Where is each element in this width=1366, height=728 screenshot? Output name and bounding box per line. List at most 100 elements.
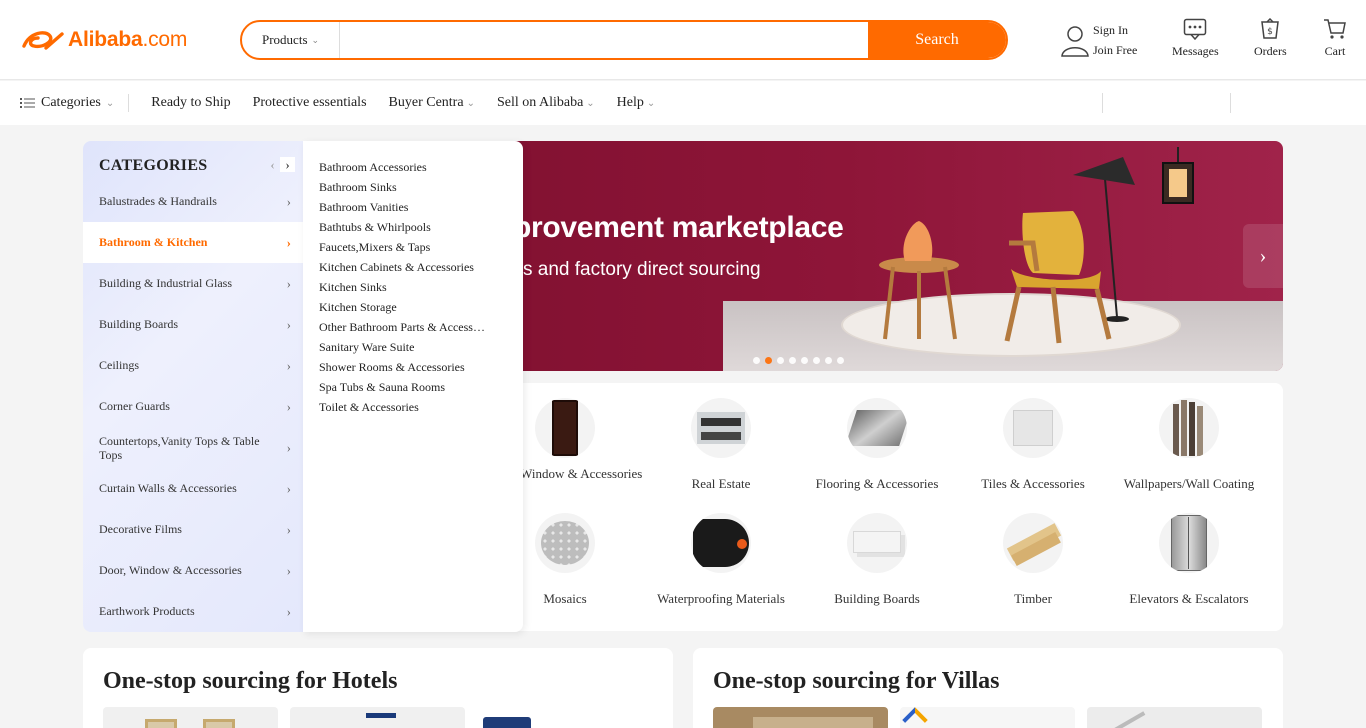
subcategory-link[interactable]: Bathtubs & Whirlpools bbox=[319, 220, 431, 235]
chevron-right-icon: › bbox=[286, 234, 291, 250]
logo-text: Alibaba.com bbox=[68, 28, 188, 51]
banner-furniture-illustration bbox=[879, 147, 1194, 344]
list-icon bbox=[20, 98, 35, 108]
subcategory-link[interactable]: Other Bathroom Parts & Accessories bbox=[319, 320, 489, 335]
carousel-dot[interactable] bbox=[753, 357, 760, 364]
carousel-dot[interactable] bbox=[765, 357, 772, 364]
chevron-right-icon: › bbox=[286, 439, 291, 455]
messages-button[interactable]: Messages bbox=[1172, 18, 1219, 59]
carousel-dots bbox=[753, 357, 849, 364]
category-pager: ‹ › bbox=[265, 157, 295, 172]
sourcing-title: One-stop sourcing for Hotels bbox=[103, 668, 398, 694]
product-thumbnail[interactable] bbox=[900, 707, 1075, 728]
building-image bbox=[691, 398, 751, 458]
nav-help[interactable]: Help ⌄ bbox=[617, 95, 656, 111]
category-item[interactable]: Ceilings › bbox=[83, 345, 303, 386]
cart-button[interactable]: Cart bbox=[1323, 18, 1347, 59]
grid-item-elevators[interactable]: Elevators & Escalators bbox=[1111, 513, 1267, 607]
sourcing-card-villas[interactable]: One-stop sourcing for Villas bbox=[693, 648, 1283, 728]
search-input[interactable] bbox=[340, 22, 868, 58]
nav-ready-to-ship[interactable]: Ready to Ship bbox=[151, 95, 230, 111]
carousel-dot[interactable] bbox=[801, 357, 808, 364]
nav-divider bbox=[1230, 93, 1231, 113]
product-thumbnail[interactable] bbox=[103, 707, 278, 728]
nav-protective-essentials[interactable]: Protective essentials bbox=[253, 95, 367, 111]
chevron-right-icon: › bbox=[286, 357, 291, 373]
search-category-select[interactable]: Products ⌄ bbox=[242, 22, 340, 58]
subcategory-link[interactable]: Faucets,Mixers & Taps bbox=[319, 240, 430, 255]
subcategory-link[interactable]: Shower Rooms & Accessories bbox=[319, 360, 465, 375]
grid-item-flooring[interactable]: Flooring & Accessories bbox=[799, 398, 955, 492]
join-free-link[interactable]: Join Free bbox=[1093, 40, 1137, 60]
cart-icon bbox=[1324, 19, 1346, 39]
search-button[interactable]: Search bbox=[868, 22, 1006, 58]
sourcing-card-hotels[interactable]: One-stop sourcing for Hotels bbox=[83, 648, 673, 728]
category-item[interactable]: Decorative Films › bbox=[83, 509, 303, 550]
category-item-active[interactable]: Bathroom & Kitchen › bbox=[83, 222, 303, 263]
account-menu[interactable]: Sign In Join Free bbox=[1060, 20, 1137, 60]
alibaba-logo-icon bbox=[22, 31, 64, 50]
product-thumbnail[interactable] bbox=[477, 707, 652, 728]
grid-item-wallpapers[interactable]: Wallpapers/Wall Coating bbox=[1111, 398, 1267, 492]
grid-item-building-boards[interactable]: Building Boards bbox=[799, 513, 955, 607]
categories-panel: CATEGORIES ‹ › Balustrades & Handrails › … bbox=[83, 141, 303, 632]
category-item[interactable]: Curtain Walls & Accessories › bbox=[83, 468, 303, 509]
carousel-dot[interactable] bbox=[813, 357, 820, 364]
orders-button[interactable]: $ Orders bbox=[1254, 18, 1287, 59]
category-item[interactable]: Door, Window & Accessories › bbox=[83, 550, 303, 591]
subcategory-link[interactable]: Kitchen Cabinets & Accessories bbox=[319, 260, 474, 275]
chevron-right-icon: › bbox=[286, 521, 291, 537]
alibaba-logo[interactable]: Alibaba.com bbox=[20, 26, 187, 54]
tile-image bbox=[1003, 398, 1063, 458]
categories-heading: CATEGORIES bbox=[99, 157, 208, 174]
svg-text:$: $ bbox=[1267, 27, 1273, 37]
grid-item-waterproofing[interactable]: Waterproofing Materials bbox=[643, 513, 799, 607]
carousel-dot[interactable] bbox=[789, 357, 796, 364]
subcategory-link[interactable]: Bathroom Vanities bbox=[319, 200, 408, 215]
category-item[interactable]: Countertops,Vanity Tops & Table Tops › bbox=[83, 427, 303, 468]
sourcing-title: One-stop sourcing for Villas bbox=[713, 668, 1000, 694]
category-item[interactable]: Earthwork Products › bbox=[83, 591, 303, 632]
carousel-next-button[interactable]: › bbox=[1243, 224, 1283, 288]
chevron-left-icon[interactable]: ‹ bbox=[265, 157, 280, 172]
grid-item-real-estate[interactable]: Real Estate bbox=[643, 398, 799, 492]
chevron-right-icon: › bbox=[286, 193, 291, 209]
product-thumbnail[interactable] bbox=[1087, 707, 1262, 728]
door-image bbox=[535, 398, 595, 458]
board-image bbox=[847, 513, 907, 573]
chevron-down-icon: ⌄ bbox=[586, 97, 595, 109]
nav-buyer-central[interactable]: Buyer Centra ⌄ bbox=[389, 95, 475, 111]
carousel-dot[interactable] bbox=[837, 357, 844, 364]
subcategory-link[interactable]: Kitchen Storage bbox=[319, 300, 397, 315]
grid-item-timber[interactable]: Timber bbox=[955, 513, 1111, 607]
chevron-down-icon: ⌄ bbox=[311, 34, 320, 45]
categories-menu[interactable]: Categories ⌄ bbox=[0, 94, 130, 112]
subcategory-link[interactable]: Sanitary Ware Suite bbox=[319, 340, 414, 355]
subcategory-link[interactable]: Toilet & Accessories bbox=[319, 400, 419, 415]
banner-subtitle: s and factory direct sourcing bbox=[523, 259, 761, 280]
carousel-dot[interactable] bbox=[777, 357, 784, 364]
subcategory-link[interactable]: Bathroom Sinks bbox=[319, 180, 397, 195]
message-icon bbox=[1184, 18, 1207, 40]
orders-icon: $ bbox=[1261, 18, 1280, 39]
category-item[interactable]: Balustrades & Handrails › bbox=[83, 181, 303, 222]
chevron-right-icon[interactable]: › bbox=[280, 157, 295, 172]
search-bar: Products ⌄ Search bbox=[240, 20, 1008, 60]
product-thumbnail[interactable] bbox=[290, 707, 465, 728]
product-thumbnail[interactable] bbox=[713, 707, 888, 728]
membrane-roll-image bbox=[691, 513, 751, 573]
grid-item-tiles[interactable]: Tiles & Accessories bbox=[955, 398, 1111, 492]
category-item[interactable]: Building & Industrial Glass › bbox=[83, 263, 303, 304]
wallpaper-rolls-image bbox=[1159, 398, 1219, 458]
carousel-dot[interactable] bbox=[825, 357, 832, 364]
user-icon bbox=[1061, 26, 1089, 57]
category-item[interactable]: Corner Guards › bbox=[83, 386, 303, 427]
chevron-right-icon: › bbox=[286, 398, 291, 414]
nav-sell-on-alibaba[interactable]: Sell on Alibaba ⌄ bbox=[497, 95, 595, 111]
chevron-right-icon: › bbox=[286, 275, 291, 291]
subcategory-link[interactable]: Bathroom Accessories bbox=[319, 160, 427, 175]
category-item[interactable]: Building Boards › bbox=[83, 304, 303, 345]
subcategory-link[interactable]: Spa Tubs & Sauna Rooms bbox=[319, 380, 445, 395]
subcategory-link[interactable]: Kitchen Sinks bbox=[319, 280, 387, 295]
sign-in-link[interactable]: Sign In bbox=[1093, 20, 1137, 40]
